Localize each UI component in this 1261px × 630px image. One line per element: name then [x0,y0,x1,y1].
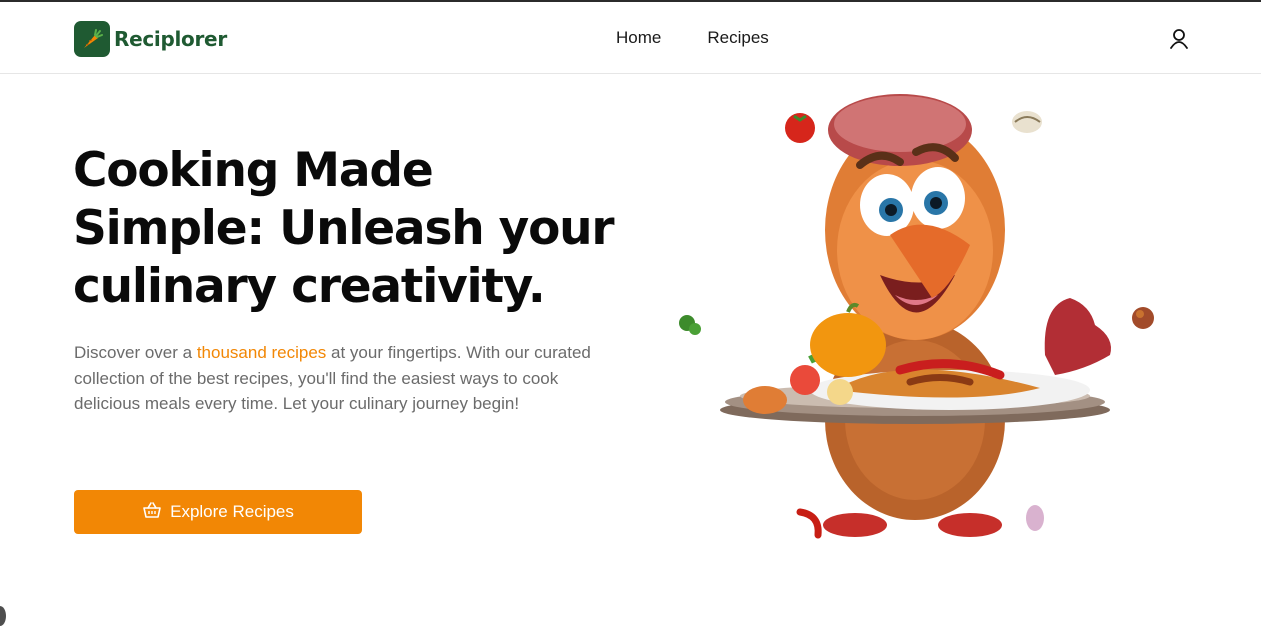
onion-icon [1026,505,1044,531]
nav-recipes-link[interactable]: Recipes [707,28,768,48]
spice-icon [1132,307,1154,329]
broccoli-icon [679,315,701,335]
garlic-icon [1012,111,1042,133]
site-header: Reciplorer Home Recipes [0,2,1261,74]
hero-title: Cooking Made Simple: Unleash your culina… [73,143,615,314]
explore-recipes-button[interactable]: Explore Recipes [74,490,362,534]
user-icon[interactable] [1168,28,1190,50]
description-highlight: thousand recipes [196,343,327,362]
description-text-start: Discover over a [74,343,197,362]
chili-icon [796,508,822,539]
carrot-icon [74,21,110,57]
brand-logo[interactable]: Reciplorer [74,21,227,57]
chef-turkey-illustration [679,94,1154,539]
brand-name: Reciplorer [114,27,227,51]
tomato-icon [785,113,815,143]
corner-artifact [0,606,6,626]
basket-icon [142,501,162,524]
explore-recipes-label: Explore Recipes [170,502,294,521]
main-nav: Home Recipes [616,28,769,48]
nav-home-link[interactable]: Home [616,28,661,48]
hero-description: Discover over a thousand recipes at your… [74,340,624,417]
